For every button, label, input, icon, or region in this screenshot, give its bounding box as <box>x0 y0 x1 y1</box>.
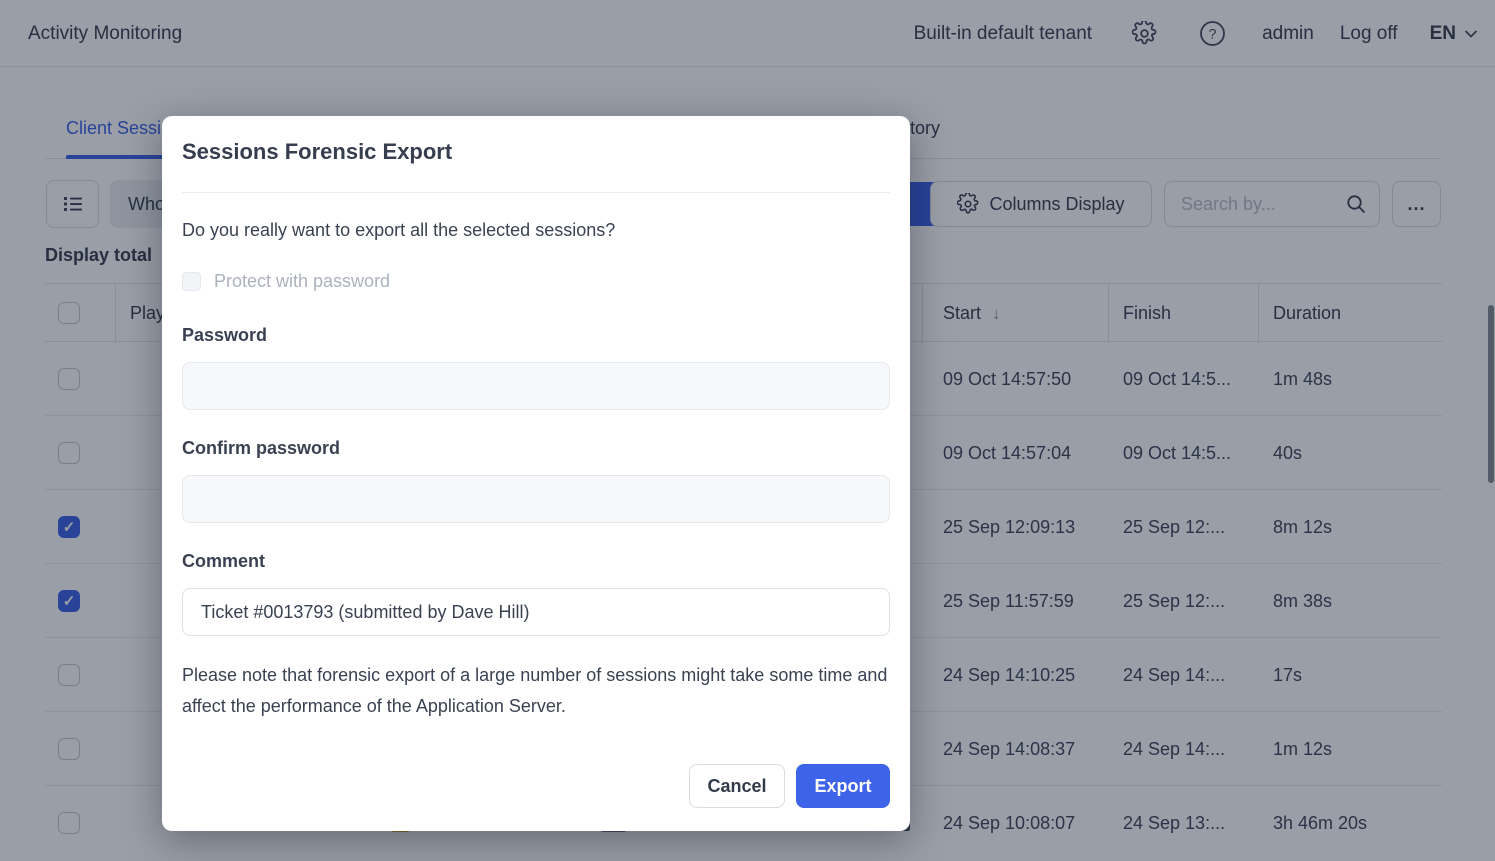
comment-field[interactable] <box>182 588 890 636</box>
comment-label: Comment <box>182 551 265 572</box>
export-button[interactable]: Export <box>796 764 890 808</box>
password-label: Password <box>182 325 267 346</box>
confirm-password-label: Confirm password <box>182 438 340 459</box>
dialog-title: Sessions Forensic Export <box>182 139 452 165</box>
confirm-question: Do you really want to export all the sel… <box>182 220 615 241</box>
dialog-divider <box>182 192 890 193</box>
protect-with-password-row: Protect with password <box>182 271 390 292</box>
protect-with-password-label: Protect with password <box>214 271 390 292</box>
protect-with-password-checkbox[interactable] <box>182 272 201 291</box>
app-screen: Activity Monitoring Built-in default ten… <box>0 0 1495 861</box>
confirm-password-field <box>182 475 890 523</box>
dialog-actions: Cancel Export <box>689 764 890 808</box>
performance-note: Please note that forensic export of a la… <box>182 660 888 722</box>
sessions-forensic-export-dialog: Sessions Forensic Export Do you really w… <box>162 116 910 831</box>
cancel-button[interactable]: Cancel <box>689 764 785 808</box>
password-field <box>182 362 890 410</box>
